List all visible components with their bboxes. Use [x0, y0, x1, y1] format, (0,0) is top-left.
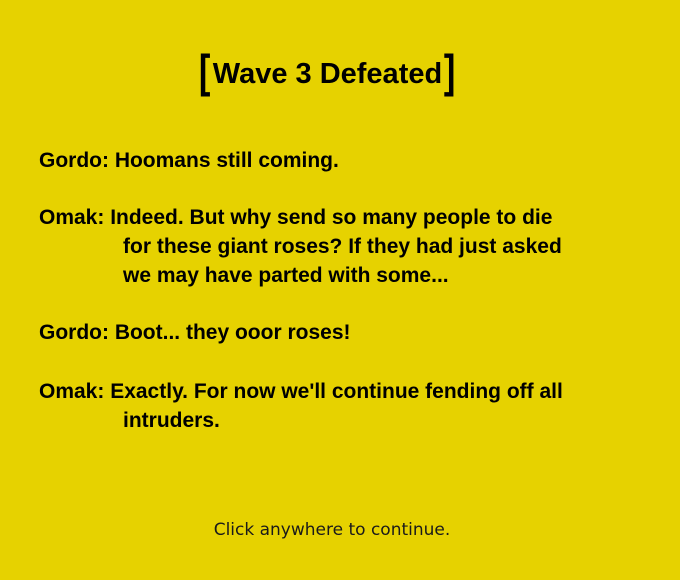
dialogue-line-omak-1: Omak: Indeed. But why send so many peopl…	[39, 206, 553, 229]
dialogue-line-gordo-1: Gordo: Hoomans still coming.	[39, 149, 339, 172]
dialogue-line-gordo-2: Gordo: Boot... they ooor roses!	[39, 321, 351, 344]
dialogue-line-omak-1-cont-2: we may have parted with some...	[123, 264, 449, 287]
dialogue-line-omak-2: Omak: Exactly. For now we'll continue fe…	[39, 380, 563, 403]
continue-click-area[interactable]: [Wave 3 Defeated] Gordo: Hoomans still c…	[0, 0, 680, 580]
continue-prompt[interactable]: Click anywhere to continue.	[0, 519, 664, 541]
title-open-bracket: [	[199, 45, 211, 97]
wave-title: [Wave 3 Defeated]	[0, 48, 655, 97]
dialogue-line-omak-1-cont-1: for these giant roses? If they had just …	[123, 235, 562, 258]
title-text: Wave 3 Defeated	[212, 58, 443, 90]
dialogue-line-omak-2-cont-1: intruders.	[123, 409, 220, 432]
title-close-bracket: ]	[444, 45, 456, 97]
